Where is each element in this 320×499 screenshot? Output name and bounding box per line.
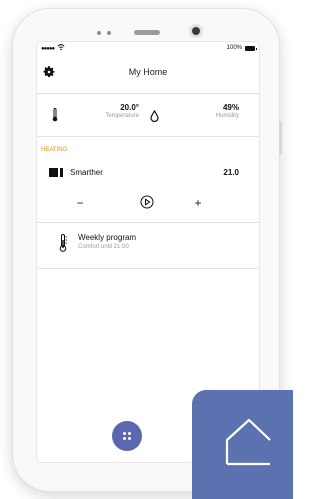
- app-header: My Home: [37, 56, 259, 94]
- sensor-dot: [107, 31, 111, 35]
- weekly-program-row[interactable]: Weekly program Comfort until 21:00: [37, 223, 259, 269]
- speaker-grille: [134, 30, 160, 35]
- setpoint-controls: − +: [37, 188, 259, 223]
- section-heading-heating: HEATING: [41, 147, 68, 153]
- program-subtitle: Comfort until 21:00: [78, 244, 129, 250]
- sensor-dot: [97, 31, 101, 35]
- device-row-smarther[interactable]: Smarther 21.0: [37, 162, 259, 188]
- home-tile[interactable]: [192, 390, 293, 499]
- play-circle-icon[interactable]: [140, 195, 154, 209]
- water-drop-icon: [150, 109, 159, 123]
- decrease-button[interactable]: −: [73, 196, 87, 210]
- battery-icon: [245, 46, 257, 51]
- status-bar: ●●●●● 100%: [37, 42, 259, 56]
- program-title: Weekly program: [78, 233, 137, 242]
- thermostat-device-icon: [49, 168, 63, 177]
- setpoint-value: 21.0: [223, 168, 239, 177]
- page-title: My Home: [128, 67, 168, 77]
- sensor-summary: 20.0° Temperature 49% Humidity: [37, 94, 259, 137]
- increase-button[interactable]: +: [191, 196, 205, 210]
- temperature-value: 20.0°: [120, 103, 139, 112]
- home-icon: [225, 418, 271, 466]
- signal-icon: ●●●●●: [41, 46, 55, 52]
- front-camera: [189, 24, 203, 38]
- wifi-icon: [57, 43, 65, 53]
- thermometer-icon: [52, 108, 58, 122]
- side-button: [279, 121, 282, 155]
- device-name: Smarther: [70, 168, 103, 177]
- humidity-label: Humidity: [215, 113, 239, 119]
- temperature-label: Temperature: [105, 113, 139, 119]
- thermometer-icon: [59, 234, 68, 252]
- humidity-value: 49%: [222, 103, 239, 112]
- battery-percent: 100%: [226, 45, 242, 51]
- grid-dots-icon[interactable]: [112, 421, 142, 451]
